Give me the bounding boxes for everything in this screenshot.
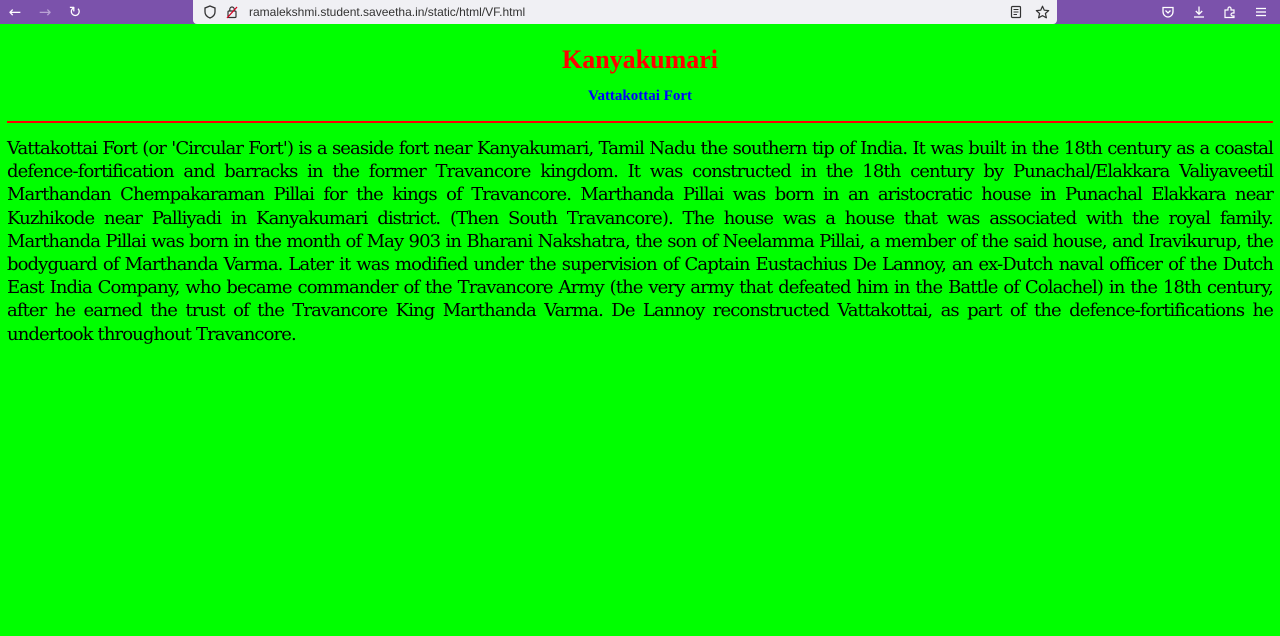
downloads-button[interactable] [1185,0,1212,24]
pocket-icon [1161,6,1174,18]
urlbar-actions [1007,0,1051,24]
divider [7,121,1273,123]
pocket-button[interactable] [1154,0,1181,24]
extensions-button[interactable] [1216,0,1243,24]
extensions-icon [1223,6,1235,19]
forward-button[interactable]: → [30,0,60,24]
page-subtitle: Vattakottai Fort [587,88,692,104]
hamburger-menu-icon [1255,7,1266,17]
reload-button[interactable]: ↻ [60,0,90,24]
star-icon[interactable] [1033,3,1051,21]
body-paragraph: Vattakottai Fort (or 'Circular Fort') is… [7,138,1274,345]
reader-view-icon[interactable] [1007,3,1025,21]
reload-icon: ↻ [68,3,82,21]
insecure-lock-icon[interactable] [223,3,241,21]
page-content: Kanyakumari Vattakottai Fort Vattakottai… [0,24,1280,346]
page-title: Kanyakumari [561,45,719,74]
toolbar-actions [1154,0,1274,24]
arrow-left-icon: ← [8,3,22,21]
arrow-right-icon: → [38,3,52,21]
url-text[interactable]: ramalekshmi.student.saveetha.in/static/h… [249,5,525,19]
shield-icon[interactable] [201,3,219,21]
back-button[interactable]: ← [0,0,30,24]
app-menu-button[interactable] [1247,0,1274,24]
address-bar[interactable]: ramalekshmi.student.saveetha.in/static/h… [193,0,1057,24]
browser-toolbar: ← → ↻ ramalekshmi.student.saveetha.in/st… [0,0,1280,24]
download-icon [1193,6,1204,18]
